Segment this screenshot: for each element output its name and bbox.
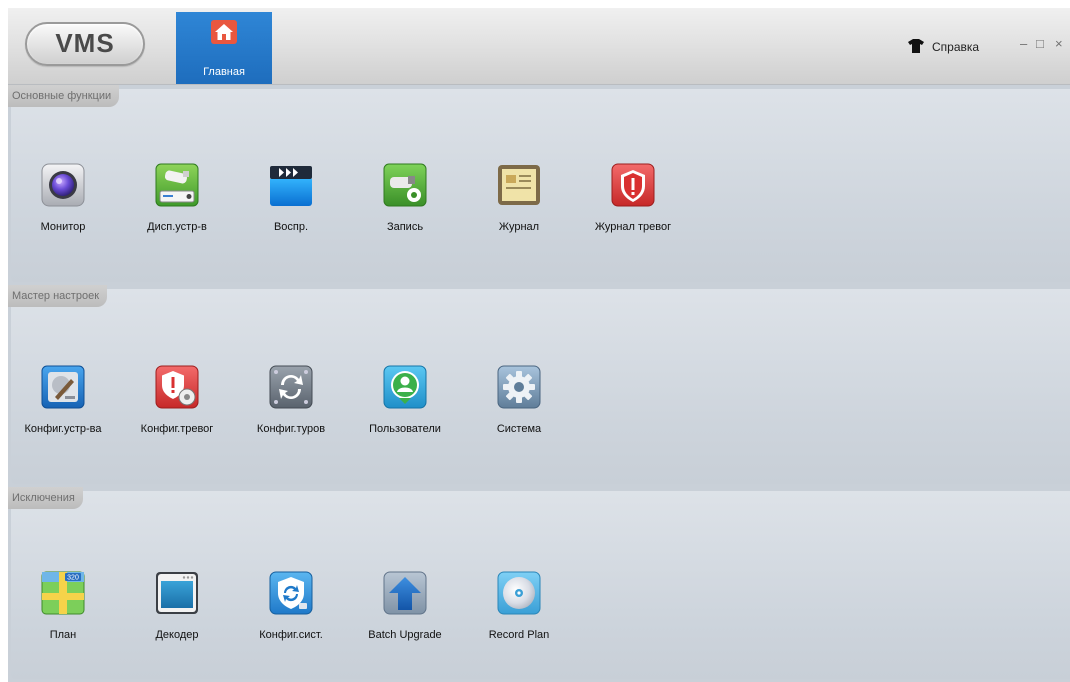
item-label: Монитор (40, 221, 86, 233)
item-users[interactable]: Пользователи (350, 363, 460, 435)
item-label: Конфиг.тревог (140, 423, 214, 435)
item-system[interactable]: Система (464, 363, 574, 435)
section-setup-wizard: Мастер настроек Конфиг.устр-ва Конфиг.тр… (8, 285, 1070, 487)
svg-text:320: 320 (67, 575, 79, 582)
item-label: Запись (386, 221, 424, 233)
section-main-functions: Основные функции Монитор Дисп.устр-в Вос… (8, 85, 1070, 285)
device-manager-icon (153, 161, 201, 209)
tab-home-label: Главная (203, 66, 245, 78)
section-title: Мастер настроек (8, 285, 108, 307)
app-window: VMS Главная Справка – □ × Основные функц… (8, 8, 1070, 682)
batch-upgrade-icon (381, 569, 429, 617)
item-device-manager[interactable]: Дисп.устр-в (122, 161, 232, 233)
section-exceptions: Исключения 320 План Декодер Конфиг.сист.… (8, 487, 1070, 682)
emap-plan-icon: 320 (39, 569, 87, 617)
item-label: Batch Upgrade (368, 629, 442, 641)
tour-config-icon (267, 363, 315, 411)
item-alarm-log[interactable]: Журнал тревог (578, 161, 688, 233)
item-monitor[interactable]: Монитор (8, 161, 118, 233)
item-label: Система (496, 423, 542, 435)
section-title: Исключения (8, 487, 83, 509)
item-decoder[interactable]: Декодер (122, 569, 232, 641)
item-label: Дисп.устр-в (147, 221, 207, 233)
item-label: Конфиг.сист. (259, 629, 323, 641)
users-icon (381, 363, 429, 411)
item-playback[interactable]: Воспр. (236, 161, 346, 233)
help-label: Справка (932, 40, 980, 54)
close-button[interactable]: × (1055, 36, 1063, 52)
item-label: План (49, 629, 77, 641)
tab-home[interactable]: Главная (176, 12, 272, 84)
item-tour-config[interactable]: Конфиг.туров (236, 363, 346, 435)
device-config-icon (39, 363, 87, 411)
item-system-config[interactable]: Конфиг.сист. (236, 569, 346, 641)
item-label: Журнал тревог (594, 221, 672, 233)
item-label: Пользователи (369, 423, 441, 435)
maximize-button[interactable]: □ (1036, 36, 1044, 52)
home-icon (209, 18, 239, 46)
monitor-icon (39, 161, 87, 209)
item-label: Конфиг.устр-ва (24, 423, 102, 435)
item-log[interactable]: Журнал (464, 161, 574, 233)
decoder-icon (153, 569, 201, 617)
item-label: Конфиг.туров (256, 423, 326, 435)
record-icon (381, 161, 429, 209)
vms-logo: VMS (25, 22, 145, 66)
item-batch-upgrade[interactable]: Batch Upgrade (350, 569, 460, 641)
minimize-button[interactable]: – (1020, 36, 1027, 52)
item-device-config[interactable]: Конфиг.устр-ва (8, 363, 118, 435)
shirt-icon (908, 38, 932, 56)
item-alarm-config[interactable]: Конфиг.тревог (122, 363, 232, 435)
system-config-icon (267, 569, 315, 617)
section-title: Основные функции (8, 85, 120, 107)
log-icon (495, 161, 543, 209)
item-plan[interactable]: 320 План (8, 569, 118, 641)
item-record[interactable]: Запись (350, 161, 460, 233)
title-bar: VMS Главная Справка – □ × (8, 8, 1070, 85)
item-label: Воспр. (273, 221, 309, 233)
playback-icon (267, 161, 315, 209)
item-label: Record Plan (488, 629, 550, 641)
alarm-config-icon (153, 363, 201, 411)
alarm-log-icon (609, 161, 657, 209)
record-plan-icon (495, 569, 543, 617)
help-button[interactable]: Справка (908, 38, 980, 56)
item-label: Журнал (498, 221, 540, 233)
item-record-plan[interactable]: Record Plan (464, 569, 574, 641)
item-label: Декодер (155, 629, 199, 641)
system-gear-icon (495, 363, 543, 411)
